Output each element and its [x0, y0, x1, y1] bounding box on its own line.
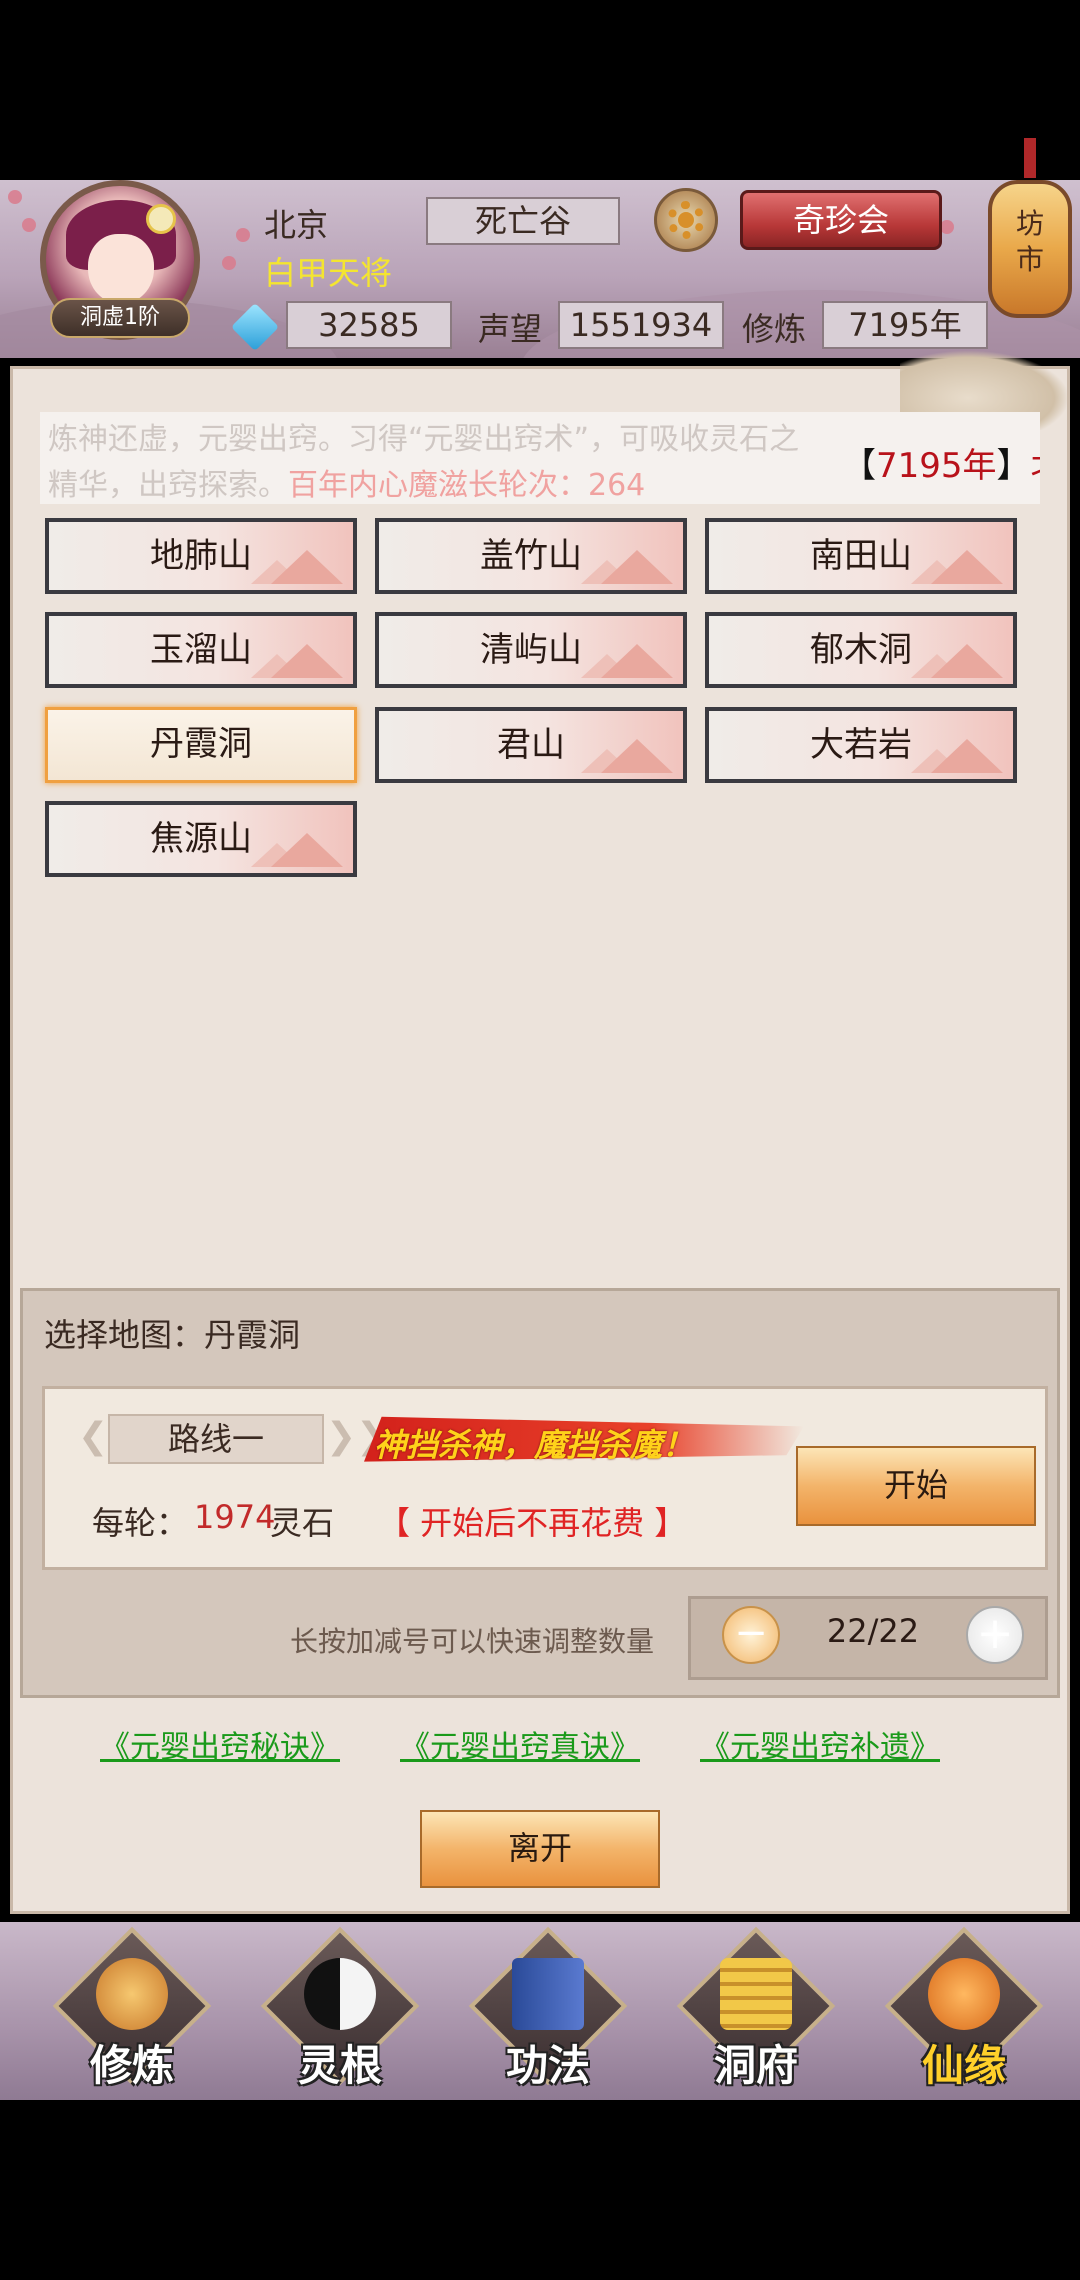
nav-item-immortal-fate[interactable]: 仙缘 [884, 1926, 1044, 2096]
intro-line: 炼神还虚，元婴出窍。习得“元婴出窍术”，可吸收灵石之 [48, 422, 800, 457]
intro-line: 精华，出窍探索。百年内心魔滋长轮次：264 [48, 460, 645, 504]
minus-button[interactable]: − [722, 1606, 780, 1664]
rank-badge: 洞虚1阶 [50, 298, 190, 338]
map-button-label: 玉溜山 [150, 630, 252, 670]
ticker-bracket: 】 [996, 446, 1031, 486]
guide-link-secret[interactable]: 《元婴出窍秘诀》 [100, 1722, 340, 1766]
cost-note: 【 开始后不再花费 】 [378, 1504, 687, 1542]
cost-label: 每轮： [92, 1504, 189, 1542]
mountain-icon [601, 550, 673, 584]
blossom-decoration [236, 228, 250, 242]
cultivation-icon [96, 1958, 168, 2030]
selected-map-label: 选择地图：丹霞洞 [44, 1316, 301, 1354]
intro-text: 精华，出窍探索。 [48, 468, 288, 503]
settings-button[interactable] [654, 188, 718, 252]
map-button-jiaoyuanshan[interactable]: 焦源山 [45, 801, 357, 877]
cost-unit: 灵石 [270, 1504, 335, 1542]
cave-mansion-icon [720, 1958, 792, 2030]
mountain-icon [931, 550, 1003, 584]
map-button-danxiadong[interactable]: 丹霞洞 [45, 707, 357, 783]
avatar-face [88, 234, 154, 304]
map-button-nantianshan[interactable]: 南田山 [705, 518, 1017, 594]
map-button-label: 盖竹山 [480, 536, 582, 576]
location-display: 死亡谷 [426, 197, 620, 245]
flower-icon [146, 204, 176, 234]
nav-item-spirit-root[interactable]: 灵根 [260, 1926, 420, 2096]
start-button[interactable]: 开始 [796, 1446, 1036, 1526]
mountain-icon [931, 644, 1003, 678]
player-name: 北京 [264, 206, 329, 244]
mountain-icon [601, 739, 673, 773]
hint-text: 长按加减号可以快速调整数量 [290, 1625, 655, 1658]
ticker-bracket: 【 [842, 446, 876, 486]
mountain-icon [601, 644, 673, 678]
map-button-label: 南田山 [810, 536, 912, 576]
gear-icon-core [678, 212, 694, 228]
leave-button[interactable]: 离开 [420, 1810, 660, 1888]
treasure-auction-button[interactable]: 奇珍会 [740, 190, 942, 250]
blossom-decoration [22, 218, 36, 232]
player-title: 白甲天将 [264, 254, 393, 292]
map-button-qingyushan[interactable]: 清屿山 [375, 612, 687, 688]
gourd-icon [928, 1958, 1000, 2030]
slogan-text: 神挡杀神，魔挡杀魔！ [374, 1426, 695, 1464]
map-button-junshan[interactable]: 君山 [375, 707, 687, 783]
demon-rounds-text: 百年内心魔滋长轮次：264 [288, 468, 646, 503]
map-button-label: 君山 [497, 725, 565, 765]
mountain-icon [931, 739, 1003, 773]
plus-button[interactable]: + [966, 1606, 1024, 1664]
blossom-decoration [8, 190, 22, 204]
blossom-decoration [222, 256, 236, 270]
mountain-icon [271, 644, 343, 678]
news-ticker: 【7195年】北京 [836, 438, 1040, 487]
nav-label: 仙缘 [921, 2041, 1006, 2090]
intro-text-box: 炼神还虚，元婴出窍。习得“元婴出窍术”，可吸收灵石之 精华，出窍探索。百年内心魔… [40, 412, 1040, 504]
map-button-label: 焦源山 [150, 819, 252, 859]
nav-item-technique[interactable]: 功法 [468, 1926, 628, 2096]
map-button-difeishan[interactable]: 地肺山 [45, 518, 357, 594]
nav-label: 修炼 [89, 2041, 174, 2090]
map-button-label: 郁木洞 [810, 630, 912, 670]
cultivation-value: 7195年 [822, 301, 988, 349]
map-button-label: 大若岩 [810, 725, 912, 765]
nav-label: 灵根 [297, 2041, 382, 2090]
ticker-year: 7195年 [876, 446, 997, 486]
route-tab[interactable]: 路线一 [108, 1414, 324, 1464]
lantern-label: 坊 市 [1015, 207, 1044, 276]
map-button-label: 清屿山 [480, 630, 582, 670]
map-button-yumudong[interactable]: 郁木洞 [705, 612, 1017, 688]
guide-link-true[interactable]: 《元婴出窍真诀》 [400, 1722, 640, 1766]
cost-value: 1974 [194, 1498, 276, 1536]
reputation-label: 声望 [478, 310, 543, 348]
mountain-icon [271, 550, 343, 584]
map-button-label: 地肺山 [150, 536, 252, 576]
market-lantern-button[interactable]: 坊 市 [988, 180, 1072, 318]
map-button-label: 丹霞洞 [150, 724, 252, 764]
ticker-name: 北京 [1031, 446, 1040, 486]
nav-item-cave-mansion[interactable]: 洞府 [676, 1926, 836, 2096]
technique-book-icon [512, 1958, 584, 2030]
spirit-stones-value: 32585 [286, 301, 452, 349]
nav-label: 洞府 [713, 2041, 798, 2090]
blossom-decoration [940, 220, 954, 234]
count-value: 22/22 [826, 1612, 920, 1650]
cultivation-label: 修炼 [742, 310, 807, 348]
top-status-bar: 洞虚1阶 北京 白甲天将 死亡谷 奇珍会 坊 市 32585 声望 155193… [0, 180, 1080, 358]
spirit-root-icon [304, 1958, 376, 2030]
nav-label: 功法 [505, 2041, 590, 2090]
reputation-value: 1551934 [558, 301, 724, 349]
guide-link-supplement[interactable]: 《元婴出窍补遗》 [700, 1722, 940, 1766]
lantern-tassel [1024, 138, 1036, 178]
mountain-icon [271, 833, 343, 867]
map-button-yuliushan[interactable]: 玉溜山 [45, 612, 357, 688]
map-button-daruoyan[interactable]: 大若岩 [705, 707, 1017, 783]
nav-item-cultivation[interactable]: 修炼 [52, 1926, 212, 2096]
map-button-gaizhushan[interactable]: 盖竹山 [375, 518, 687, 594]
